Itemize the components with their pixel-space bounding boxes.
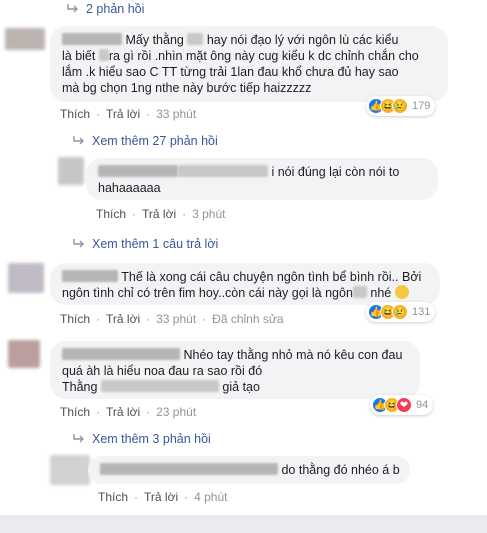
avatar[interactable] [5, 28, 45, 50]
page-background-strip [0, 515, 487, 533]
comment-text: là biết [62, 49, 96, 63]
timestamp[interactable]: 4 phút [194, 490, 227, 504]
reaction-summary[interactable]: 👍 😆 ❤ 94 [370, 395, 434, 415]
comment-text: giả tạo [222, 380, 260, 394]
reply-arrow-icon [73, 239, 84, 248]
avatar[interactable] [58, 157, 84, 185]
comment-actions: Thích · Trả lời · 3 phút [96, 207, 226, 221]
timestamp[interactable]: 23 phút [156, 405, 196, 419]
redacted-text [98, 49, 109, 61]
reaction-count: 94 [416, 399, 429, 411]
redacted-text [352, 286, 367, 298]
comment-bubble: Th i nói đúng lại còn nói to hahaaaaaa [86, 158, 438, 200]
reply-arrow-icon [73, 434, 84, 443]
reply-arrow-icon [73, 136, 84, 145]
like-button[interactable]: Thích [98, 490, 128, 504]
comment-actions: Thích · Trả lời · 4 phút [98, 490, 228, 504]
redacted-text [178, 165, 268, 177]
view-replies-label: 2 phản hồi [86, 2, 145, 16]
commenter-name[interactable] [62, 270, 118, 282]
comment-text: do thằng đó nhéo á b [281, 463, 400, 477]
commenter-name[interactable] [62, 33, 122, 45]
love-reaction-icon: ❤ [396, 397, 412, 413]
comment-text: hahaaaaaa [98, 181, 161, 195]
reply-button[interactable]: Trả lời [142, 207, 176, 221]
comment-bubble: Mấy thằng hay nói đạo lý với ngôn lù các… [50, 26, 448, 102]
view-replies-toggle[interactable]: 2 phản hồi [66, 2, 144, 16]
view-more-replies-label: Xem thêm 27 phản hồi [92, 134, 218, 148]
view-more-replies[interactable]: Xem thêm 3 phản hồi [72, 432, 211, 446]
reply-button[interactable]: Trả lời [106, 107, 140, 121]
reply-button[interactable]: Trả lời [106, 405, 140, 419]
comment-text: ra gì rồi .nhìn mặt ông này cug kiểu k d… [108, 49, 419, 63]
like-button[interactable]: Thích [96, 207, 126, 221]
sad-reaction-icon: 😢 [392, 98, 408, 114]
comment-actions: Thích · Trả lời · 33 phút · Đã chỉnh sửa [60, 312, 284, 326]
avatar[interactable] [8, 340, 40, 368]
like-button[interactable]: Thích [60, 405, 90, 419]
like-button[interactable]: Thích [60, 312, 90, 326]
view-more-replies[interactable]: Xem thêm 1 câu trả lời [72, 237, 218, 251]
timestamp[interactable]: 3 phút [192, 207, 225, 221]
comment-bubble: do thằng đó nhéo á b [88, 456, 410, 484]
comment-text: lắm .k hiểu sao C TT từng trải 1lan đau … [62, 65, 399, 79]
reaction-summary[interactable]: 👍 😆 😢 131 [366, 302, 436, 322]
avatar[interactable] [50, 455, 90, 485]
redacted-text [187, 33, 204, 45]
reaction-count: 131 [412, 306, 431, 318]
reply-button[interactable]: Trả lời [144, 490, 178, 504]
like-button[interactable]: Thích [60, 107, 90, 121]
comment-text: ngôn tình chỉ có trên fim hoy..còn cái n… [62, 286, 353, 300]
comment-text: Mấy thằng [125, 33, 184, 47]
comment-text: Thế là xong cái câu chuyện ngôn tình bể … [121, 270, 422, 284]
timestamp[interactable]: 33 phút [156, 312, 196, 326]
comment-text: mà bg chọn 1ng nthe này bước tiếp haizzz… [62, 81, 312, 95]
view-more-replies-label: Xem thêm 1 câu trả lời [92, 237, 219, 251]
timestamp[interactable]: 33 phút [156, 107, 196, 121]
comment-text: Nhéo tay thằng nhỏ mà nó kêu con đau [183, 348, 403, 362]
reply-arrow-icon [67, 4, 78, 13]
commenter-name[interactable] [62, 348, 180, 360]
comment-text: Thằng [62, 380, 98, 394]
comment-actions: Thích · Trả lời · 23 phút [60, 405, 197, 419]
view-more-replies-label: Xem thêm 3 phản hồi [92, 432, 211, 446]
grin-emoji-icon [394, 285, 409, 299]
comment-text: nhé [370, 286, 392, 300]
comment-actions: Thích · Trả lời · 33 phút [60, 107, 197, 121]
avatar[interactable] [8, 263, 44, 293]
redacted-text [100, 380, 219, 392]
comment-text: hay nói đạo lý với ngôn lù các kiểu [206, 33, 399, 47]
commenter-name[interactable] [98, 165, 178, 177]
comment-text: i nói đúng lại còn nói to [271, 165, 400, 179]
edited-label[interactable]: Đã chỉnh sửa [212, 312, 283, 326]
reaction-count: 179 [412, 100, 431, 112]
comment-text: quá àh là hiểu noa đau ra sao rồi đó [62, 364, 263, 378]
comment-bubble: Nhéo tay thằng nhỏ mà nó kêu con đau quá… [50, 341, 420, 399]
comment-bubble: Thế là xong cái câu chuyện ngôn tình bể … [50, 263, 440, 305]
view-more-replies[interactable]: Xem thêm 27 phản hồi [72, 134, 218, 148]
reaction-summary[interactable]: 👍 😆 😢 179 [366, 96, 436, 116]
reply-button[interactable]: Trả lời [106, 312, 140, 326]
commenter-name[interactable] [100, 463, 278, 475]
sad-reaction-icon: 😢 [392, 304, 408, 320]
